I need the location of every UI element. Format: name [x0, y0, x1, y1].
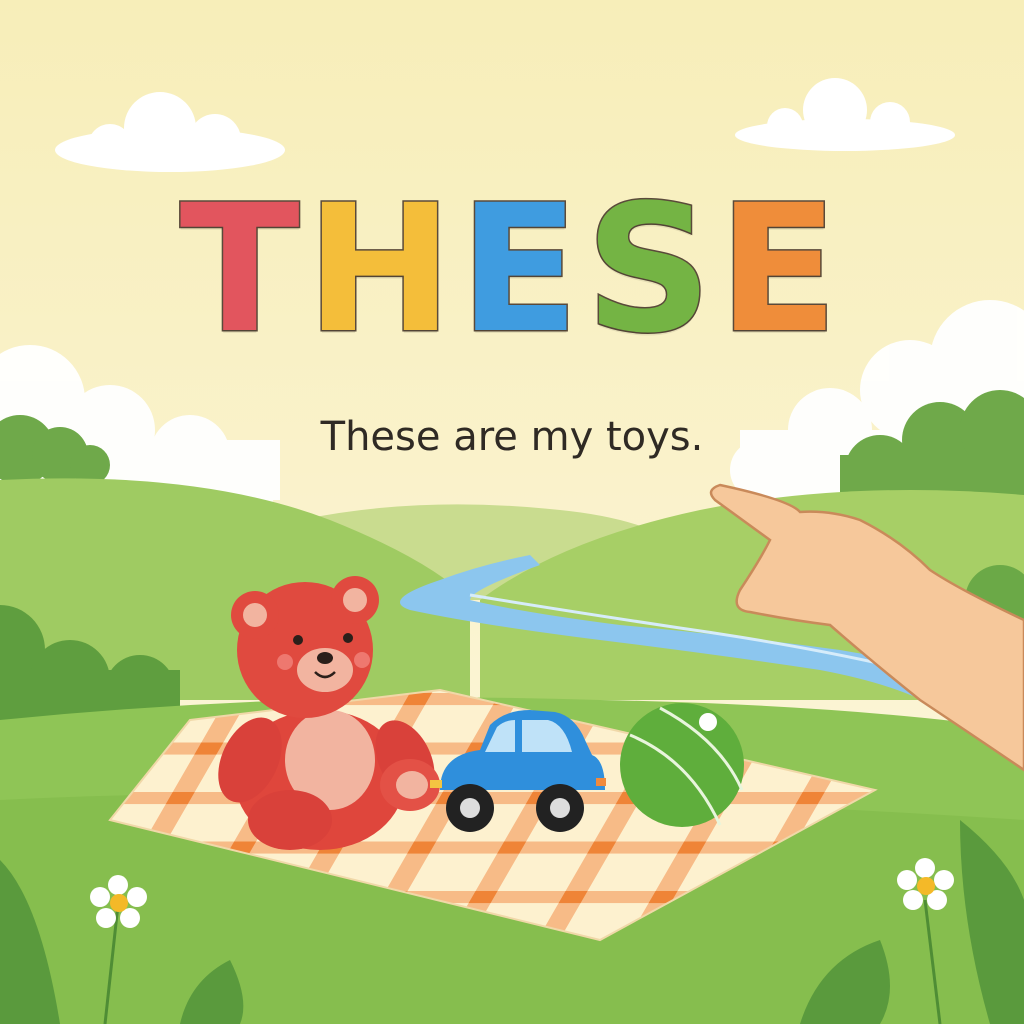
- title-letter: T: [178, 167, 306, 372]
- title-letter: E: [717, 167, 845, 372]
- title-letter: S: [584, 167, 719, 372]
- title-letter: H: [304, 167, 460, 372]
- illustration-scene: THESE These are my toys.: [0, 0, 1024, 1024]
- subtitle-sentence: These are my toys.: [320, 414, 704, 460]
- ball-icon: [620, 703, 744, 827]
- title-letter: E: [458, 167, 586, 372]
- page-title: THESE: [0, 167, 1024, 372]
- landscape-background: [0, 0, 1024, 1024]
